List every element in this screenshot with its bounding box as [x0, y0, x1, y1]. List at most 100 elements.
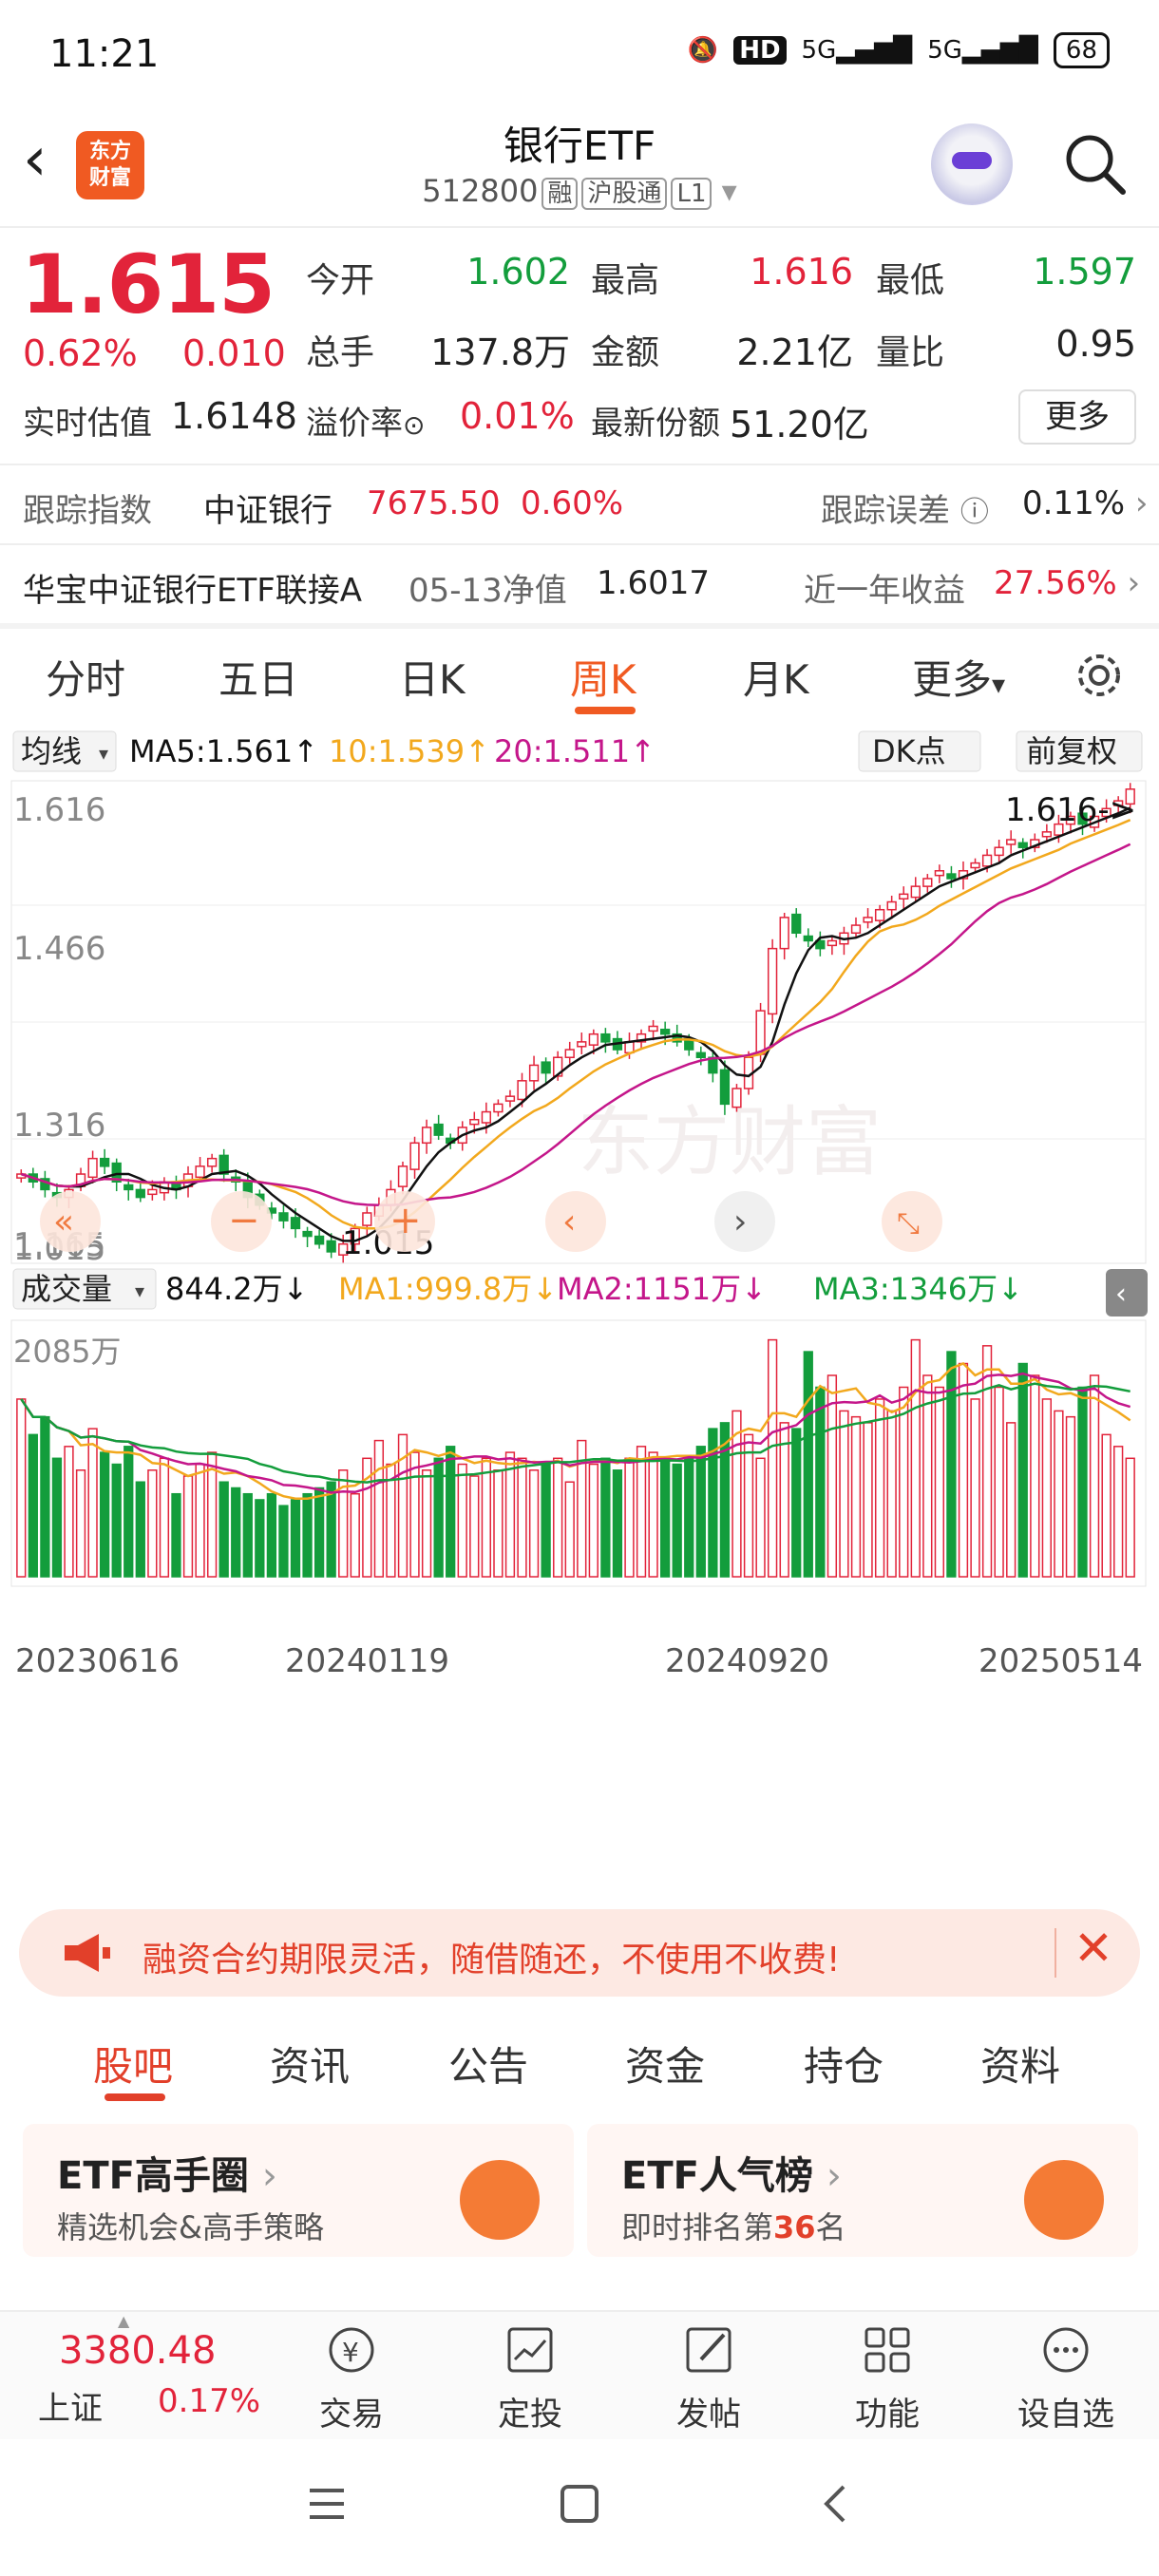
volume-value: 137.8万	[430, 331, 570, 373]
volume-bar	[28, 1433, 38, 1578]
volume-bar	[517, 1457, 527, 1578]
chevron-left-icon: ‹	[562, 1203, 576, 1241]
functions-button[interactable]: 功能	[830, 2321, 944, 2434]
tracking-error-label: 跟踪误差 ⓘ	[821, 492, 989, 530]
tab-announcements[interactable]: 公告	[448, 2035, 528, 2093]
candle-body	[732, 1088, 742, 1108]
volume-current: 844.2万↓	[165, 1271, 308, 1307]
volume-bar	[302, 1492, 313, 1578]
volume-bar	[648, 1451, 658, 1578]
candle-body	[397, 1165, 408, 1187]
megaphone-icon	[65, 1934, 110, 1972]
tab-intraday[interactable]: 分时	[46, 648, 125, 706]
volume-bar	[135, 1481, 145, 1578]
add-watchlist-button[interactable]: 设自选	[1009, 2321, 1123, 2434]
volume-bar	[242, 1492, 253, 1578]
home-icon[interactable]	[559, 2483, 600, 2525]
x-tick: 20230616	[15, 1642, 180, 1680]
x-axis: 20230616 20240119 20240920 20250514	[15, 1642, 1143, 1680]
volume-bar	[863, 1422, 873, 1578]
shares-label: 最新份额	[591, 405, 720, 443]
volume-bar	[171, 1492, 181, 1578]
high-value: 1.616	[750, 251, 853, 293]
candle-body	[517, 1080, 527, 1101]
volume-bar	[910, 1338, 921, 1578]
robot-avatar[interactable]	[931, 123, 1013, 205]
candle-body	[791, 913, 802, 935]
etf-expert-card[interactable]: ETF高手圈 › 精选机会&高手策略	[23, 2124, 574, 2257]
bottom-toolbar: ▲ 3380.48 上证 0.17% ¥ 交易 定投 发帖 功能 设自选	[0, 2310, 1159, 2439]
kline-chart[interactable]: 均线 ▾ MA5:1.561↑ 10:1.539↑ 20:1.511↑ DK点 …	[0, 722, 1159, 1900]
status-bar: 11:21 🔕 HD 5G▂▄▆█ 5G▂▄▆█ 68	[0, 0, 1159, 104]
volume-bar	[1030, 1374, 1040, 1578]
feeder-fund-name[interactable]: 华宝中证银行ETF联接A	[23, 564, 362, 611]
volume-label: 总手	[306, 333, 375, 372]
tab-profile[interactable]: 资料	[980, 2035, 1060, 2093]
volume-bar	[409, 1451, 420, 1578]
card-title: ETF高手圈 ›	[57, 2154, 277, 2198]
volume-bar	[147, 1469, 158, 1578]
tab-weekly-k[interactable]: 周K	[570, 648, 636, 706]
people-icon	[460, 2160, 540, 2240]
volume-bar	[266, 1492, 277, 1578]
volume-bar	[16, 1398, 27, 1578]
candle-body	[946, 873, 957, 880]
card-subtitle: 即时排名第36名	[621, 2209, 846, 2245]
candle-body	[803, 935, 813, 942]
x-tick: 20240920	[665, 1642, 829, 1680]
tab-guba[interactable]: 股吧	[93, 2035, 173, 2093]
more-quote-button[interactable]: 更多	[1018, 389, 1136, 445]
shares-value: 51.20亿	[730, 404, 869, 445]
x-tick: 20240119	[285, 1642, 449, 1680]
feeder-return-value[interactable]: 27.56% ›	[994, 564, 1140, 602]
tracking-error-value[interactable]: 0.11% ›	[1022, 484, 1148, 522]
volume-bar	[1113, 1446, 1124, 1578]
tracking-index-name[interactable]: 中证银行	[203, 484, 332, 531]
feeder-nav-label: 05-13净值	[408, 572, 567, 610]
tab-monthly-k[interactable]: 月K	[743, 648, 809, 706]
tracking-index-pct: 0.60%	[521, 484, 624, 522]
y-tick: 1.316	[13, 1107, 105, 1145]
candle-body	[588, 1032, 598, 1046]
trade-button[interactable]: ¥ 交易	[294, 2321, 408, 2434]
back-icon[interactable]	[815, 2483, 857, 2525]
amount-label: 金额	[591, 333, 660, 372]
y-tick: 1.616	[13, 791, 105, 829]
caret-down-icon: ▾	[721, 173, 737, 209]
tab-holdings[interactable]: 持仓	[804, 2035, 884, 2093]
index-price[interactable]: 3380.48	[59, 2329, 216, 2373]
candle-body	[278, 1212, 289, 1222]
plus-icon: +	[390, 1199, 422, 1242]
collapse-panel-button[interactable]	[1106, 1269, 1148, 1316]
tab-capital-flow[interactable]: 资金	[625, 2035, 705, 2093]
tab-more[interactable]: 更多▾	[912, 648, 1005, 706]
candle-body	[314, 1235, 325, 1245]
post-button[interactable]: 发帖	[652, 2321, 766, 2434]
volume-bar	[839, 1410, 849, 1578]
tab-news[interactable]: 资讯	[270, 2035, 350, 2093]
iopv-label: 实时估值	[23, 405, 152, 443]
volume-bar	[1101, 1433, 1112, 1578]
search-icon[interactable]	[1060, 129, 1129, 198]
volume-ratio-label: 量比	[876, 333, 945, 372]
auto-invest-button[interactable]: 定投	[473, 2321, 587, 2434]
etf-popularity-card[interactable]: ETF人气榜 › 即时排名第36名	[587, 2124, 1138, 2257]
candle-body	[886, 900, 897, 911]
settings-gear-icon[interactable]	[1072, 648, 1127, 703]
candle-body	[779, 917, 789, 950]
volume-bar	[874, 1398, 885, 1578]
chevron-left-icon: ‹	[1115, 1278, 1127, 1311]
promo-banner[interactable]: 融资合约期限灵活，随借随还，不使用不收费! ✕	[19, 1909, 1140, 1997]
candle-body	[147, 1188, 158, 1196]
candle-body	[1041, 831, 1052, 838]
low-label: 最低	[876, 261, 945, 300]
close-icon[interactable]: ✕	[1074, 1921, 1113, 1976]
chevron-right-icon: ›	[733, 1203, 747, 1241]
menu-icon[interactable]	[306, 2483, 348, 2525]
tracking-index-value: 7675.50	[367, 484, 501, 522]
volume-bar	[231, 1487, 241, 1578]
caret-up-icon: ▲	[118, 2312, 130, 2330]
tab-five-day[interactable]: 五日	[218, 648, 298, 706]
tab-daily-k[interactable]: 日K	[399, 648, 466, 706]
yuan-icon: ¥	[329, 2327, 374, 2373]
